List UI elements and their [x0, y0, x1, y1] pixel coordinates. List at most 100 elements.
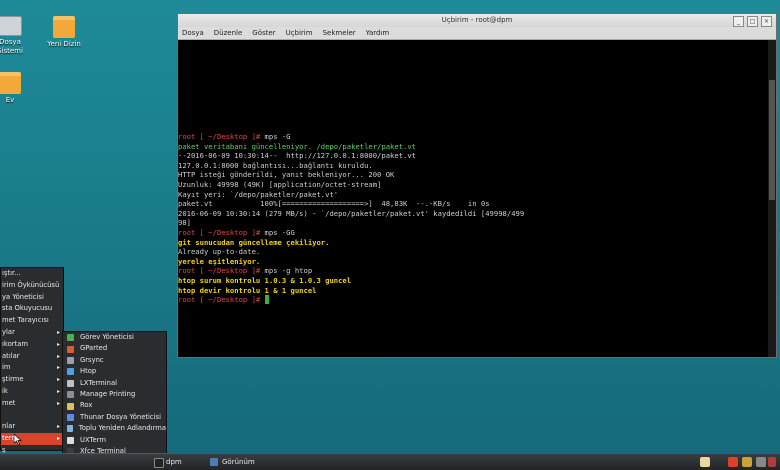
app-menu-item[interactable]: sta Okuyucusu — [1, 303, 63, 315]
desktop-icon-filesystem[interactable]: Dosya Sistemi — [0, 16, 32, 56]
app-menu-item[interactable]: term ▸ — [1, 433, 63, 445]
app-icon — [67, 368, 74, 376]
terminal-line: HTTP isteği gönderildi, yanıt bekleniyor… — [178, 170, 768, 180]
app-menu-item[interactable]: ıkortam ▸ — [1, 339, 63, 351]
terminal-line: root [ ~/Desktop ]# mps -g htop — [178, 266, 768, 276]
tray-volume-icon[interactable] — [756, 457, 766, 467]
submenu-item[interactable]: UXTerm — [63, 435, 166, 446]
submenu-item[interactable]: Htop — [63, 366, 166, 377]
app-menu-item[interactable]: ylar ▸ — [1, 327, 63, 339]
app-menu-item[interactable]: ya Yöneticisi — [1, 292, 63, 304]
scrollbar-thumb[interactable] — [769, 80, 775, 200]
taskbar-button-terminal[interactable]: dpm — [152, 456, 214, 468]
app-menu-item[interactable]: nlar ▸ — [1, 421, 63, 433]
app-menu-item[interactable] — [1, 410, 63, 422]
app-icon — [67, 379, 74, 387]
chevron-right-icon: ▸ — [56, 435, 60, 443]
folder-icon — [53, 16, 75, 38]
system-submenu: Görev Yöneticisi GParted Grsync Htop LXTermi… — [62, 331, 167, 468]
terminal-line: 127.0.0.1:8000 bağlantısı...bağlantı kur… — [178, 161, 768, 171]
app-menu-item-label: ylar — [2, 327, 15, 336]
app-icon — [67, 436, 74, 444]
terminal-menubar: Dosya Düzenle Göster Uçbirim Sekmeler Ya… — [178, 27, 776, 40]
terminal-scrollbar[interactable] — [768, 40, 776, 357]
tray-network-icon[interactable] — [742, 457, 752, 467]
terminal-text: root [ ~/Desktop ]# — [178, 266, 265, 276]
submenu-item[interactable]: Görev Yöneticisi — [63, 332, 166, 343]
submenu-item[interactable]: GParted — [63, 343, 166, 354]
menu-tabs[interactable]: Sekmeler — [323, 27, 356, 39]
terminal-text: mps -g htop — [264, 266, 313, 276]
submenu-item-label: Toplu Yeniden Adlandırma — [78, 424, 166, 433]
app-menu-item[interactable]: met ▸ — [1, 398, 63, 410]
app-menu-item[interactable]: atılar ▸ — [1, 351, 63, 363]
tray-notes-icon[interactable] — [700, 457, 710, 467]
submenu-item-label: Manage Printing — [80, 389, 136, 398]
app-menu-item-label: im — [2, 363, 11, 372]
app-menu-item[interactable]: ıştır... — [1, 268, 63, 280]
terminal-text: root [ ~/Desktop ]# — [178, 227, 265, 237]
menu-edit[interactable]: Düzenle — [214, 27, 243, 39]
terminal-line: --2016-06-09 10:30:14-- http://127.0.0.1… — [178, 151, 768, 161]
app-menu-item-label: nlar — [2, 422, 16, 431]
app-menu-item[interactable]: ştirme ▸ — [1, 374, 63, 386]
app-menu-item-label: met — [2, 398, 16, 407]
terminal-line: 2016-06-09 10:30:14 (279 MB/s) - `/depo/… — [178, 209, 768, 219]
close-icon[interactable]: × — [761, 16, 772, 27]
window-titlebar[interactable]: Uçbirim - root@dpm _ □ × — [178, 14, 776, 27]
menu-help[interactable]: Yardım — [366, 27, 390, 39]
terminal-icon — [154, 458, 164, 468]
chevron-right-icon: ▸ — [56, 423, 60, 431]
terminal-text: mps -G — [264, 132, 291, 141]
mouse-cursor-icon — [14, 434, 22, 445]
app-menu-item-label: ştirme — [2, 375, 24, 384]
submenu-item[interactable]: Manage Printing — [63, 389, 166, 400]
drive-icon — [0, 16, 22, 36]
terminal-window[interactable]: Uçbirim - root@dpm _ □ × Dosya Düzenle G… — [177, 13, 777, 358]
desktop-icon-label: Ev — [5, 96, 15, 104]
terminal-text: paket.vt 100%[===================>] 48,8… — [178, 199, 490, 209]
submenu-item[interactable]: LXTerminal — [63, 378, 166, 389]
desktop-icon-home[interactable]: Ev — [0, 72, 32, 105]
app-menu-item[interactable]: ik ▸ — [1, 386, 63, 398]
terminal-line: htop devir kontrolu 1 & 1 guncel — [178, 286, 768, 296]
terminal-text: Kayıt yeri: `/depo/paketler/paket.vt' — [178, 189, 339, 199]
taskbar-button-view[interactable]: Görünüm — [208, 456, 312, 468]
terminal-text: 98] — [178, 218, 191, 228]
desktop-icon-label: Dosya Sistemi — [0, 38, 23, 55]
menu-view[interactable]: Göster — [252, 27, 275, 39]
terminal-line: paket veritabanı güncelleniyor. /depo/pa… — [178, 142, 768, 152]
submenu-item-label: GParted — [80, 344, 108, 353]
chevron-right-icon: ▸ — [56, 387, 60, 395]
menu-file[interactable]: Dosya — [182, 27, 204, 39]
desktop-icon-new-folder[interactable]: Yeni Dizin — [42, 16, 86, 49]
terminal-text: Uzunluk: 49998 (49K) [application/octet-… — [178, 179, 382, 189]
minimize-icon[interactable]: _ — [733, 16, 744, 27]
submenu-item[interactable]: Grsync — [63, 355, 166, 366]
app-menu-item[interactable]: im ▸ — [1, 362, 63, 374]
tray-power-icon[interactable] — [768, 457, 776, 467]
menu-terminal[interactable]: Uçbirim — [286, 27, 313, 39]
submenu-item[interactable]: Toplu Yeniden Adlandırma — [63, 423, 166, 434]
tray-settings-icon[interactable] — [728, 457, 738, 467]
chevron-right-icon: ▸ — [56, 376, 60, 384]
app-menu-item[interactable]: irim Öykünücüsü — [1, 280, 63, 292]
app-menu-item-label: irim Öykünücüsü — [2, 280, 60, 289]
submenu-item[interactable]: Thunar Dosya Yöneticisi — [63, 412, 166, 423]
terminal-line: Uzunluk: 49998 (49K) [application/octet-… — [178, 180, 768, 190]
chevron-right-icon: ▸ — [56, 340, 60, 348]
app-icon — [67, 356, 74, 364]
terminal-text: paket veritabanı güncelleniyor. /depo/pa… — [178, 141, 416, 151]
terminal-text: htop surum kontrolu 1.0.3 & 1.0.3 guncel — [178, 275, 352, 285]
submenu-item[interactable]: Rox — [63, 400, 166, 411]
terminal-line: root [ ~/Desktop ]# _ — [178, 295, 768, 305]
app-icon — [67, 413, 74, 421]
app-icon — [67, 334, 74, 342]
maximize-icon[interactable]: □ — [747, 16, 758, 27]
window-title: Uçbirim - root@dpm — [441, 16, 513, 24]
chevron-right-icon: ▸ — [56, 399, 60, 407]
app-icon — [67, 391, 74, 399]
terminal-text: root [ ~/Desktop ]# — [178, 132, 265, 141]
app-menu-item[interactable]: met Tarayıcısı — [1, 315, 63, 327]
terminal-output[interactable]: root [ ~/Desktop ]# mps -G paket veritaba… — [178, 40, 768, 357]
